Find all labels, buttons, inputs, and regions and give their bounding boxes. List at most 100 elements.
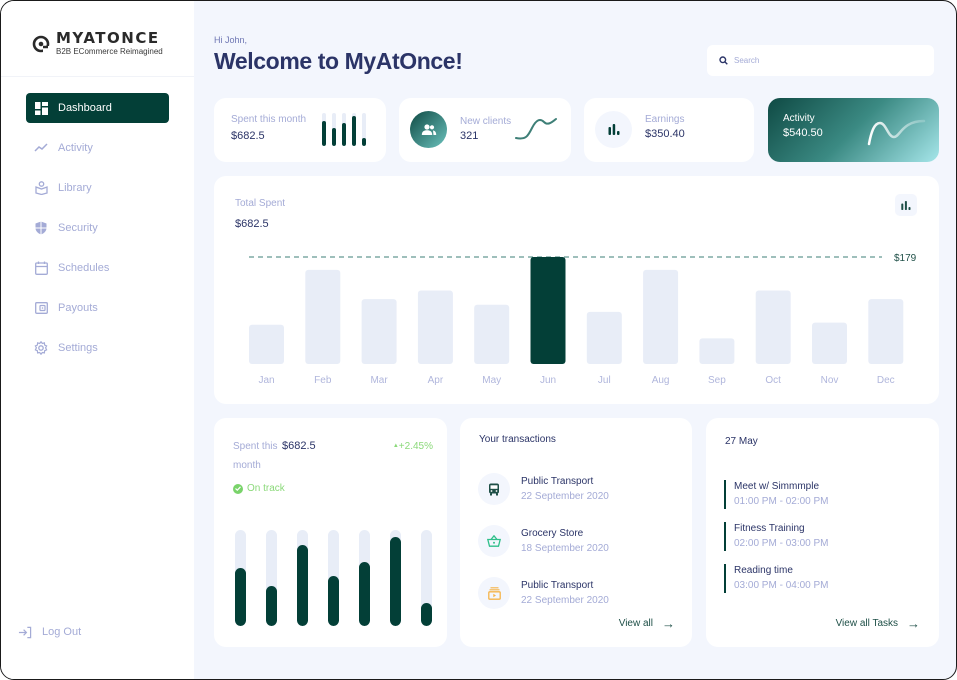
mini-bar-fill — [332, 127, 336, 146]
bar-chart-icon — [608, 124, 619, 135]
monthly-value: $682.5 — [282, 440, 316, 452]
mini-bar-fill — [322, 121, 326, 146]
bar-feb[interactable] — [305, 269, 341, 364]
x-tick-label: Nov — [821, 375, 839, 386]
stat-value: $540.50 — [783, 127, 823, 139]
week-bar-fill — [235, 568, 246, 626]
transaction-date: 18 September 2020 — [521, 543, 609, 554]
task-item[interactable]: Fitness Training 02:00 PM - 03:00 PM — [724, 522, 829, 551]
x-tick-label: Sep — [708, 375, 726, 386]
monthly-spend-card: Spent this month $682.5 ▲+2.45% On track — [214, 418, 447, 647]
calendar-icon — [34, 261, 48, 275]
sidebar-item-label: Activity — [58, 142, 93, 154]
mini-bar-fill — [342, 122, 346, 146]
task-item[interactable]: Reading time 03:00 PM - 04:00 PM — [724, 564, 829, 593]
sidebar-item-label: Dashboard — [58, 102, 112, 114]
bar-nov[interactable] — [812, 322, 847, 364]
bar-sep[interactable] — [699, 338, 735, 364]
x-tick-label: May — [482, 375, 501, 386]
brand-tagline: B2B ECommerce Reimagined — [56, 47, 163, 56]
sidebar-item-schedules[interactable]: Schedules — [26, 253, 169, 283]
stat-label: Activity — [783, 113, 815, 124]
sidebar-item-label: Settings — [58, 342, 98, 354]
task-time: 02:00 PM - 03:00 PM — [734, 538, 829, 549]
logout-icon — [18, 625, 32, 639]
clients-icon-badge — [410, 111, 447, 148]
sidebar-item-security[interactable]: Security — [26, 213, 169, 243]
logout-button[interactable]: Log Out — [18, 625, 81, 639]
week-bar-fill — [266, 585, 277, 626]
view-all-tasks-link[interactable]: View all Tasks → — [836, 616, 920, 631]
transaction-name: Public Transport — [521, 476, 594, 487]
library-icon — [34, 181, 48, 195]
tasks-list: Meet w/ Simmmple 01:00 PM - 02:00 PM Fit… — [724, 480, 829, 606]
reference-line-label: $179 — [894, 253, 917, 264]
sidebar-item-label: Schedules — [58, 262, 110, 274]
stat-label: New clients — [460, 116, 512, 127]
view-all-label: View all — [618, 618, 653, 629]
sidebar-item-label: Library — [58, 182, 92, 194]
activity-trend-line — [867, 119, 926, 146]
transaction-item[interactable]: Public Transport 22 September 2020 — [478, 567, 609, 619]
sidebar-item-dashboard[interactable]: Dashboard — [26, 93, 169, 123]
week-bar-fill — [297, 545, 308, 626]
x-tick-label: Aug — [652, 375, 670, 386]
tasks-date: 27 May — [725, 436, 758, 447]
monthly-change: ▲+2.45% — [393, 437, 433, 456]
bar-jan[interactable] — [249, 324, 284, 364]
bar-oct[interactable] — [755, 290, 791, 364]
logo-icon — [32, 35, 50, 52]
search-input[interactable] — [734, 56, 914, 65]
mini-bar — [352, 113, 356, 146]
stat-card-new-clients[interactable]: New clients 321 — [399, 98, 571, 162]
stat-label: Spent this month — [231, 114, 307, 125]
logout-label: Log Out — [42, 626, 82, 638]
view-all-tasks-label: View all Tasks — [835, 618, 898, 629]
x-tick-label: Mar — [370, 375, 388, 386]
task-item[interactable]: Meet w/ Simmmple 01:00 PM - 02:00 PM — [724, 480, 829, 509]
bar-aug[interactable] — [643, 269, 679, 364]
bar-mar[interactable] — [361, 299, 397, 364]
view-all-transactions-link[interactable]: View all → — [619, 616, 675, 631]
task-time: 03:00 PM - 04:00 PM — [734, 580, 829, 591]
mini-bar — [342, 113, 346, 146]
users-icon — [421, 123, 436, 135]
shield-icon — [34, 221, 48, 235]
status-badge: On track — [233, 483, 285, 494]
mini-bar-fill — [352, 116, 356, 146]
stat-card-earnings[interactable]: Earnings $350.40 — [584, 98, 754, 162]
x-tick-label: Oct — [765, 375, 781, 386]
bar-jun[interactable] — [530, 257, 566, 364]
sidebar-item-settings[interactable]: Settings — [26, 333, 169, 363]
transaction-item[interactable]: Public Transport 22 September 2020 — [478, 463, 609, 515]
bar-dec[interactable] — [868, 299, 904, 364]
x-tick-label: Dec — [877, 375, 895, 386]
sidebar-item-label: Security — [58, 222, 98, 234]
sidebar-item-library[interactable]: Library — [26, 173, 169, 203]
stat-card-spent[interactable]: Spent this month $682.5 — [214, 98, 386, 162]
search-box[interactable] — [707, 45, 934, 76]
week-bar-fill — [328, 576, 339, 626]
bar-apr[interactable] — [417, 290, 453, 364]
x-tick-label: Apr — [428, 375, 444, 386]
week-bar — [359, 530, 370, 626]
tasks-card: 27 May Meet w/ Simmmple 01:00 PM - 02:00… — [706, 418, 939, 647]
transaction-name: Public Transport — [521, 580, 594, 591]
sidebar-nav: Dashboard Activity Library Security Sche… — [26, 93, 169, 373]
week-bar — [235, 530, 246, 626]
sidebar-item-activity[interactable]: Activity — [26, 133, 169, 163]
stat-value: 321 — [460, 130, 479, 142]
arrow-right-icon: → — [907, 616, 920, 631]
week-bar — [328, 530, 339, 626]
bar-may[interactable] — [474, 304, 510, 364]
stat-value: $682.5 — [231, 130, 265, 142]
transaction-item[interactable]: Grocery Store 18 September 2020 — [478, 515, 609, 567]
bar-jul[interactable] — [586, 311, 622, 364]
brand-name: MYATONCE — [56, 29, 160, 47]
sidebar-item-payouts[interactable]: Payouts — [26, 293, 169, 323]
stat-card-activity[interactable]: Activity $540.50 — [768, 98, 939, 162]
mini-bar — [362, 113, 366, 146]
task-name: Reading time — [734, 565, 793, 576]
activity-icon — [34, 141, 48, 155]
logo[interactable]: MYATONCE B2B ECommerce Reimagined — [32, 31, 163, 56]
